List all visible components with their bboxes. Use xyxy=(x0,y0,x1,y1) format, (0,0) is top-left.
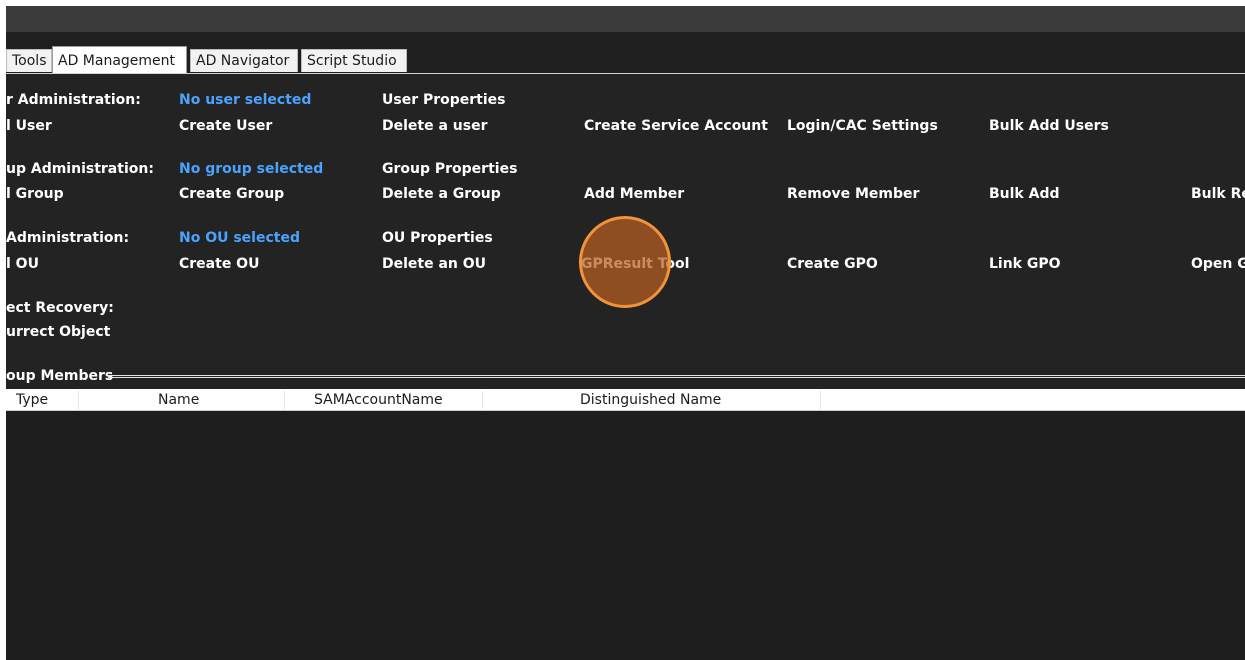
column-separator[interactable] xyxy=(482,391,483,409)
find-group-link[interactable]: l Group xyxy=(6,185,64,203)
tab-divider xyxy=(6,73,1245,74)
members-grid-header: Type Name SAMAccountName Distinguished N… xyxy=(6,389,1245,411)
create-gpo-link[interactable]: Create GPO xyxy=(787,255,878,273)
find-ou-link[interactable]: l OU xyxy=(6,255,39,273)
create-service-account-link[interactable]: Create Service Account xyxy=(584,117,768,135)
bulk-add-link[interactable]: Bulk Add xyxy=(989,185,1060,203)
login-cac-settings-link[interactable]: Login/CAC Settings xyxy=(787,117,938,135)
group-properties-link[interactable]: Group Properties xyxy=(382,160,517,178)
object-recovery-label: ect Recovery: xyxy=(6,300,114,316)
bulk-add-users-link[interactable]: Bulk Add Users xyxy=(989,117,1109,135)
create-ou-link[interactable]: Create OU xyxy=(179,255,259,273)
user-properties-link[interactable]: User Properties xyxy=(382,91,506,109)
column-separator[interactable] xyxy=(820,391,821,409)
create-group-link[interactable]: Create Group xyxy=(179,185,284,203)
delete-user-link[interactable]: Delete a user xyxy=(382,117,488,135)
ou-selection-link[interactable]: No OU selected xyxy=(179,229,300,247)
group-selection-link[interactable]: No group selected xyxy=(179,160,323,178)
column-separator[interactable] xyxy=(284,391,285,409)
group-members-rule xyxy=(108,375,1245,378)
tab-ad-management[interactable]: AD Management xyxy=(52,46,187,73)
column-separator[interactable] xyxy=(78,391,79,409)
user-selection-link[interactable]: No user selected xyxy=(179,91,311,109)
resurrect-object-link[interactable]: urrect Object xyxy=(6,323,110,341)
add-member-link[interactable]: Add Member xyxy=(584,185,684,203)
column-samaccountname[interactable]: SAMAccountName xyxy=(314,389,443,411)
column-type[interactable]: Type xyxy=(16,389,48,411)
bulk-remove-link[interactable]: Bulk Re xyxy=(1191,185,1245,203)
tab-script-studio[interactable]: Script Studio xyxy=(301,49,407,72)
link-gpo-link[interactable]: Link GPO xyxy=(989,255,1061,273)
delete-ou-link[interactable]: Delete an OU xyxy=(382,255,486,273)
group-members-header: oup Members xyxy=(6,368,114,384)
ou-admin-label: Administration: xyxy=(6,230,130,246)
find-user-link[interactable]: l User xyxy=(6,117,52,135)
group-admin-label: up Administration: xyxy=(6,161,154,177)
column-name[interactable]: Name xyxy=(158,389,199,411)
column-distinguished-name[interactable]: Distinguished Name xyxy=(580,389,721,411)
gpresult-tool-link[interactable]: GPResult Tool xyxy=(581,255,689,273)
members-grid-body[interactable] xyxy=(6,411,1245,660)
delete-group-link[interactable]: Delete a Group xyxy=(382,185,501,203)
remove-member-link[interactable]: Remove Member xyxy=(787,185,919,203)
open-gpo-link[interactable]: Open G xyxy=(1191,255,1245,273)
user-admin-label: r Administration: xyxy=(6,92,141,108)
title-bar xyxy=(6,6,1245,32)
app-window: Tools AD Management AD Navigator Script … xyxy=(6,6,1245,660)
tab-ad-navigator[interactable]: AD Navigator xyxy=(190,49,298,72)
tab-tools[interactable]: Tools xyxy=(6,49,52,72)
create-user-link[interactable]: Create User xyxy=(179,117,272,135)
ou-properties-link[interactable]: OU Properties xyxy=(382,229,493,247)
